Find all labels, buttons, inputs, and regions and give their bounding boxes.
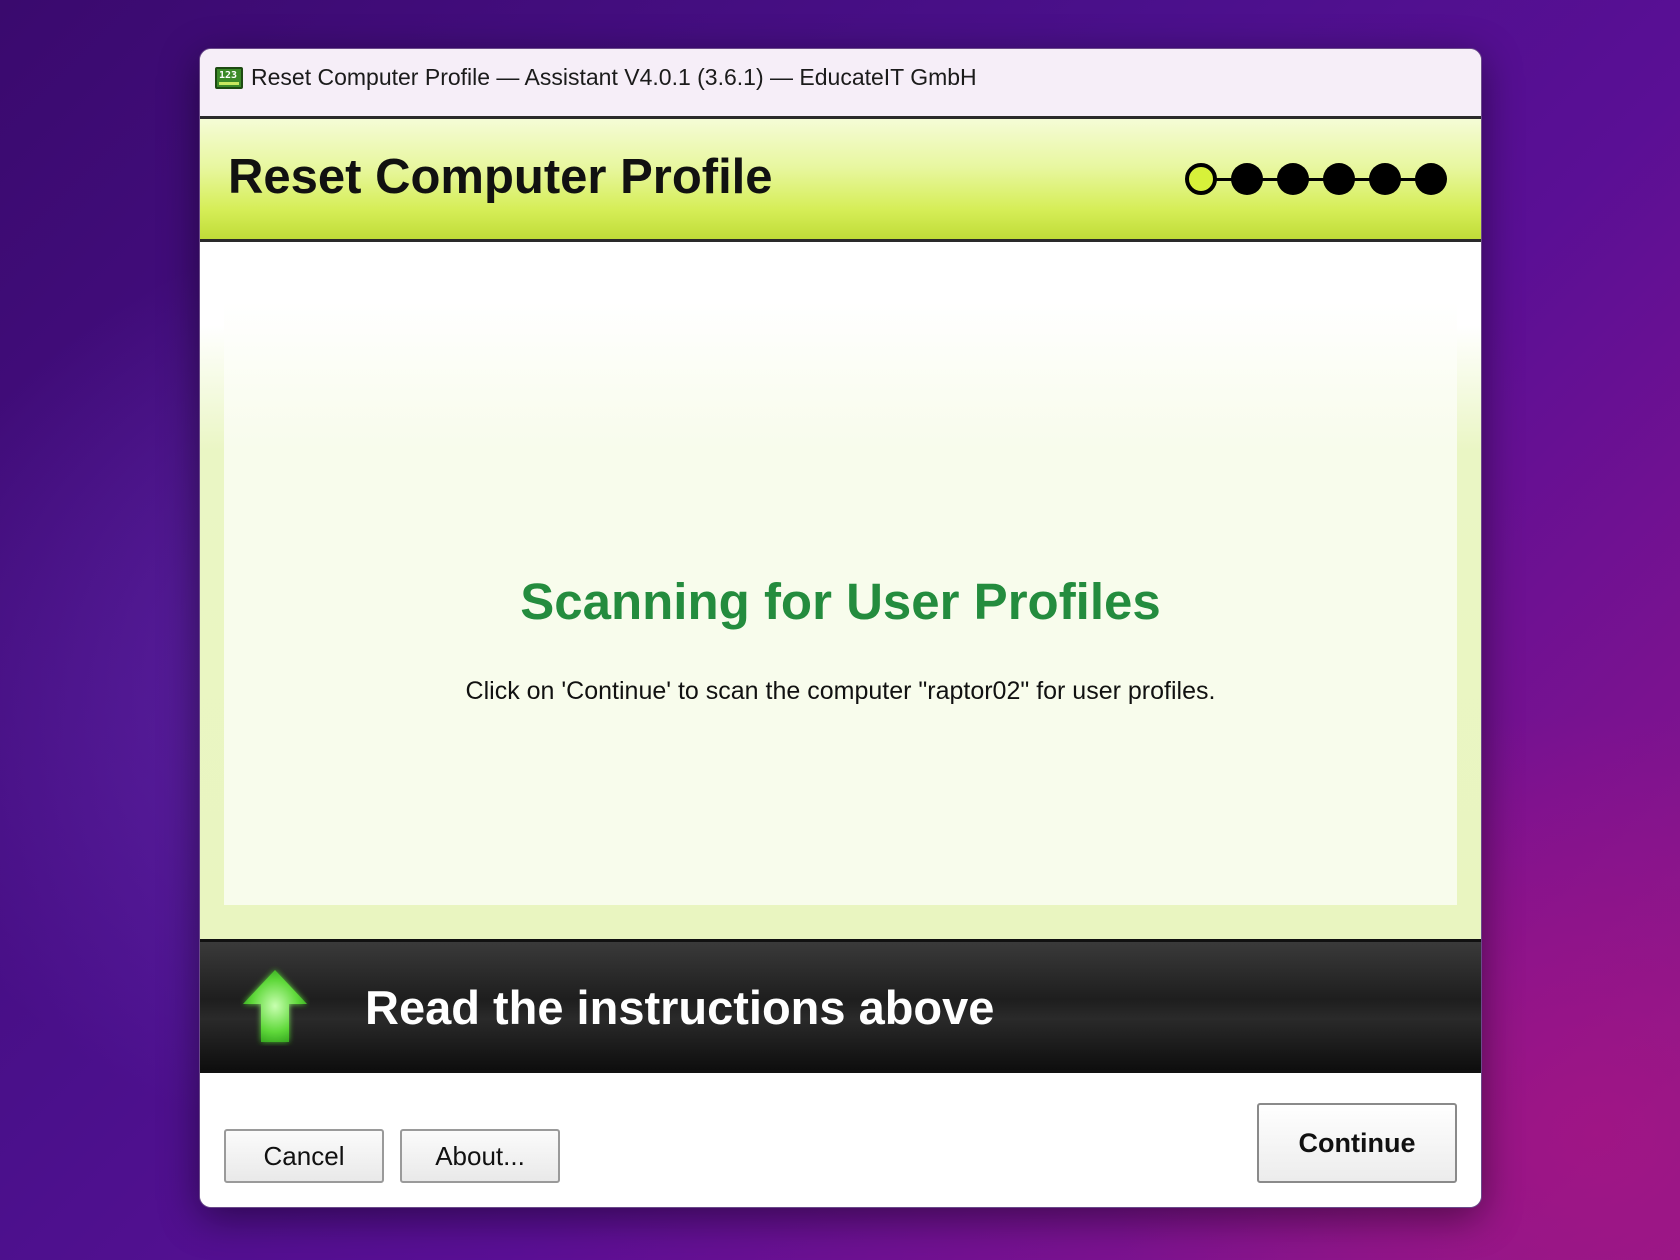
step-dot-6	[1415, 163, 1447, 195]
instruction-bar: Read the instructions above	[200, 939, 1481, 1073]
up-arrow-icon	[243, 970, 307, 1042]
step-dot-2	[1231, 163, 1263, 195]
step-dot-3	[1277, 163, 1309, 195]
instruction-text: Read the instructions above	[365, 981, 995, 1034]
wizard-window: 123 Reset Computer Profile — Assistant V…	[199, 48, 1482, 1208]
step-indicator	[1185, 161, 1449, 197]
app-icon: 123	[215, 67, 243, 89]
continue-button[interactable]: Continue	[1257, 1103, 1457, 1183]
window-title: Reset Computer Profile — Assistant V4.0.…	[251, 64, 977, 90]
content-panel: Scanning for User Profiles Click on 'Con…	[224, 302, 1457, 905]
content-area: Scanning for User Profiles Click on 'Con…	[200, 242, 1481, 939]
step-dot-1-current	[1185, 163, 1217, 195]
title-bar: 123 Reset Computer Profile — Assistant V…	[200, 49, 1481, 119]
step-dot-4	[1323, 163, 1355, 195]
cancel-button[interactable]: Cancel	[224, 1129, 384, 1183]
wizard-header: Reset Computer Profile	[200, 119, 1481, 242]
main-description: Click on 'Continue' to scan the computer…	[465, 677, 1216, 705]
main-heading: Scanning for User Profiles	[520, 573, 1161, 630]
page-title: Reset Computer Profile	[228, 150, 773, 204]
footer-bar: Cancel About... Continue	[200, 1073, 1481, 1207]
step-dot-5	[1369, 163, 1401, 195]
app-icon-label: 123	[219, 70, 238, 81]
about-button[interactable]: About...	[400, 1129, 560, 1183]
